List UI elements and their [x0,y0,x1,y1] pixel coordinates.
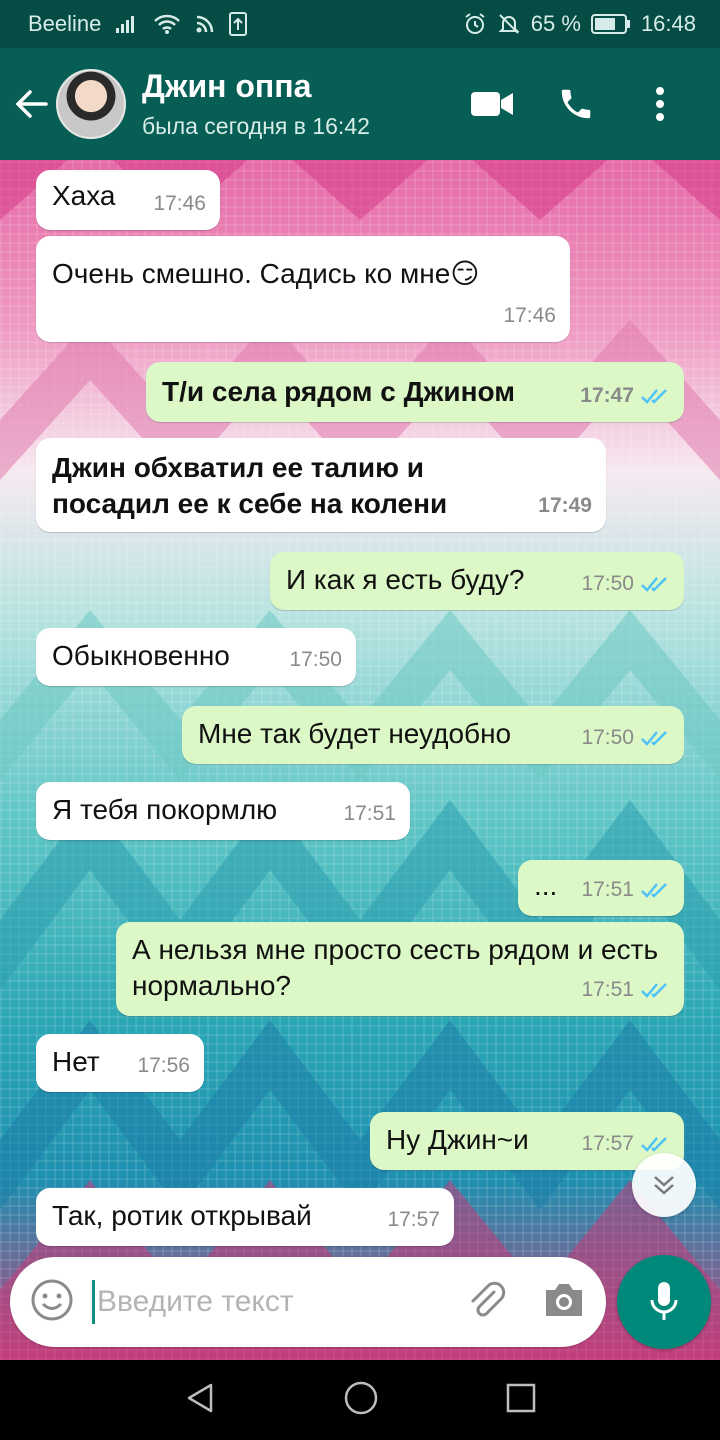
message-outgoing[interactable]: Т/и села рядом с Джином 17:47 [146,362,684,422]
battery-percent: 65 % [530,11,581,36]
double-check-icon [641,983,667,998]
battery-icon [590,13,631,35]
message-time: 17:56 [137,1054,190,1077]
emoji-button[interactable] [30,1278,74,1327]
message-time: 17:49 [538,494,592,517]
voice-record-button[interactable] [617,1255,711,1349]
signal-icon [115,14,139,34]
message-time: 17:57 [581,1132,634,1155]
back-arrow-icon [15,90,48,118]
message-status: 17:50 [581,720,670,756]
message-text: Мне так будет неудобно [198,718,512,749]
message-outgoing[interactable]: И как я есть буду? 17:50 [270,552,684,610]
message-input[interactable]: Введите текст [92,1280,294,1324]
status-bar: Beeline 65 % 16:48 [0,0,720,48]
more-vert-icon [656,87,664,121]
chat-header: Джин оппа была сегодня в 16:42 [0,48,720,160]
message-incoming[interactable]: Нет 17:56 [36,1034,204,1092]
nav-back-icon [187,1383,213,1412]
message-composer: Введите текст [10,1257,606,1347]
video-call-icon [471,92,513,116]
message-incoming[interactable]: Хаха 17:46 [36,170,220,230]
message-status: 17:51 [581,872,670,908]
double-check-icon [641,389,667,404]
rss-icon [195,14,215,34]
message-time: 17:51 [581,878,634,901]
message-text: Т/и села рядом с Джином [162,376,515,407]
message-outgoing[interactable]: Ну Джин~и 17:57 [370,1112,684,1170]
phone-icon [561,89,591,119]
double-check-icon [641,883,667,898]
attach-button[interactable] [464,1278,508,1327]
message-time: 17:57 [387,1208,440,1231]
wifi-icon [153,13,181,35]
message-text: Джин обхватил ее талию и посадил ее к се… [52,452,448,519]
more-options-button[interactable] [618,64,702,144]
carrier-name: Beeline [28,11,102,36]
nav-home-button[interactable] [343,1380,379,1421]
upload-icon [229,12,248,36]
camera-button[interactable] [542,1280,586,1325]
message-time: 17:47 [580,384,634,407]
double-check-icon [641,577,667,592]
nav-home-icon [344,1381,378,1414]
message-text: Хаха [52,180,116,211]
nav-recents-button[interactable] [505,1382,537,1419]
message-time: 17:50 [581,572,634,595]
message-text: Нет [52,1046,100,1077]
message-outgoing[interactable]: Мне так будет неудобно 17:50 [182,706,684,764]
attach-icon [471,1281,506,1316]
contact-name: Джин оппа [142,68,312,104]
voice-call-button[interactable] [534,64,618,144]
message-incoming[interactable]: Так, ротик открывай 17:57 [36,1188,454,1246]
avatar[interactable] [56,69,126,139]
message-text: И как я есть буду? [286,564,525,595]
scroll-down-icon [654,1176,674,1195]
contact-info[interactable]: Джин оппа была сегодня в 16:42 [142,68,370,140]
input-placeholder: Введите текст [97,1285,294,1318]
back-button[interactable] [0,48,64,160]
scroll-down-button[interactable] [632,1153,696,1217]
message-incoming[interactable]: Джин обхватил ее талию и посадил ее к се… [36,438,606,532]
message-outgoing[interactable]: ... 17:51 [518,860,684,916]
mic-icon [650,1282,678,1320]
double-check-icon [641,1137,667,1152]
message-time: 17:50 [581,726,634,749]
system-nav-bar [0,1360,720,1440]
message-text: Очень смешно. Садись ко мне😏 [52,258,480,289]
mute-bell-icon [497,12,521,36]
message-incoming[interactable]: Я тебя покормлю 17:51 [36,782,410,840]
message-text: Я тебя покормлю [52,794,278,825]
message-text: Так, ротик открывай [52,1200,312,1231]
message-text: Ну Джин~и [386,1124,529,1155]
message-text: ... [534,870,558,901]
chat-area[interactable]: Хаха 17:46 Очень смешно. Садись ко мне😏 … [0,160,720,1360]
message-incoming[interactable]: Очень смешно. Садись ко мне😏 17:46 [36,236,570,342]
message-status: 17:47 [580,378,670,414]
message-time: 17:50 [289,648,342,671]
message-time: 17:46 [153,192,206,215]
message-text: Обыкновенно [52,640,230,671]
video-call-button[interactable] [450,64,534,144]
camera-icon [546,1283,582,1316]
double-check-icon [641,731,667,746]
text-caret [92,1280,95,1324]
nav-back-button[interactable] [183,1381,217,1420]
message-time: 17:51 [343,802,396,825]
message-status: 17:50 [581,566,670,602]
message-time: 17:51 [581,978,634,1001]
message-outgoing[interactable]: А нельзя мне просто сесть рядом и есть н… [116,922,684,1016]
message-status: 17:51 [581,972,670,1008]
last-seen: была сегодня в 16:42 [142,113,370,139]
nav-recents-icon [506,1383,536,1412]
emoji-icon [31,1279,73,1320]
message-incoming[interactable]: Обыкновенно 17:50 [36,628,356,686]
clock: 16:48 [640,11,696,36]
message-time: 17:46 [503,304,556,327]
alarm-icon [463,12,487,36]
